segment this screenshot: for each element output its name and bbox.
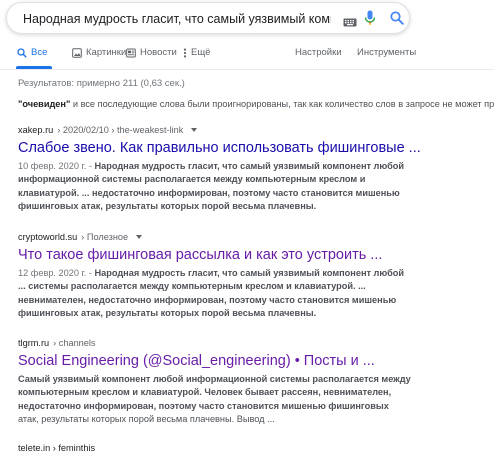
keyboard-icon[interactable]: [343, 14, 357, 32]
search-icon: [17, 47, 27, 58]
search-tabs: Все Картинки Новости Ещё Настройки Инстр…: [0, 41, 494, 70]
snippet-line: невнимателен, недостаточно информирован,…: [18, 294, 397, 305]
tab-images[interactable]: Картинки: [72, 47, 126, 58]
search-result: cryptoworld.su › Полезное Что такое фиши…: [18, 232, 478, 321]
snippet-line: клавиатурой. ... недостаточно информиров…: [18, 187, 400, 198]
snippet-line: Самый уязвимый компонент любой информаци…: [18, 374, 411, 384]
tab-all[interactable]: Все: [17, 47, 47, 58]
more-vert-icon: [183, 48, 187, 57]
result-stats: Результатов: примерно 211 (0,63 сек.): [18, 78, 185, 89]
result-domain: tlgrm.ru: [18, 338, 50, 348]
tab-more[interactable]: Ещё: [183, 47, 210, 58]
tab-label: Картинки: [86, 47, 127, 58]
search-input[interactable]: Народная мудрость гласит, что самый уязв…: [23, 11, 331, 27]
result-snippet: 10 февр. 2020 г. - Народная мудрость гла…: [18, 160, 478, 214]
tab-tools[interactable]: Инструменты: [357, 47, 416, 58]
chevron-down-icon[interactable]: [191, 128, 198, 132]
search-result: tlgrm.ru › channels Social Engineering (…: [18, 338, 478, 427]
result-path: › channels: [53, 338, 96, 348]
result-title-link[interactable]: Что такое фишинговая рассылка и как это …: [18, 246, 478, 264]
ignored-words-notice: "очевиден" и все последующие слова были …: [18, 99, 494, 109]
tab-label: Новости: [140, 47, 177, 58]
result-url[interactable]: tlgrm.ru › channels: [18, 338, 478, 348]
snippet-line: недостаточно информирован, поэтому часто…: [18, 400, 389, 411]
result-url[interactable]: telete.in › feminthis: [18, 443, 95, 453]
result-snippet: Самый уязвимый компонент любой информаци…: [18, 373, 478, 427]
snippet-line: информационной системы располагается меж…: [18, 174, 366, 185]
result-title-link[interactable]: Слабое звено. Как правильно использовать…: [18, 139, 478, 157]
tab-label: Настройки: [295, 47, 342, 58]
chevron-down-icon[interactable]: [136, 235, 143, 239]
result-snippet: 12 февр. 2020 г. - Народная мудрость гла…: [18, 267, 478, 321]
result-path: › Полезное: [81, 232, 129, 242]
ignored-word: "очевиден": [18, 99, 71, 109]
result-date: 10 февр. 2020 г. -: [18, 161, 95, 171]
snippet-line: компьютерным креслом и клавиатурой. Чело…: [18, 387, 392, 398]
result-path: › 2020/02/10 › the-weakest-link: [57, 125, 184, 135]
news-icon: [126, 48, 136, 57]
tab-label: Все: [31, 47, 48, 58]
snippet-line: ... системы располагается между компьюте…: [18, 281, 366, 292]
result-title-link[interactable]: Social Engineering (@Social_engineering)…: [18, 352, 478, 370]
result-url[interactable]: cryptoworld.su › Полезное: [18, 232, 478, 242]
notice-text: и все последующие слова были проигнориро…: [70, 99, 494, 109]
search-result: xakep.ru › 2020/02/10 › the-weakest-link…: [18, 125, 478, 214]
microphone-icon[interactable]: [364, 10, 376, 32]
tab-settings[interactable]: Настройки: [295, 47, 342, 58]
search-bar[interactable]: Народная мудрость гласит, что самый уязв…: [6, 2, 410, 34]
search-icon[interactable]: [390, 11, 404, 30]
tab-label: Ещё: [191, 47, 211, 58]
snippet-line: фишинговых атак, результаты которых поро…: [18, 308, 317, 319]
result-domain: cryptoworld.su: [18, 232, 78, 242]
result-date: 12 февр. 2020 г. -: [18, 268, 95, 278]
snippet-line: Народная мудрость гласит, что самый уязв…: [94, 161, 405, 171]
snippet-line: атак, результаты которых порой весьма пл…: [18, 414, 275, 425]
tab-news[interactable]: Новости: [126, 47, 177, 58]
snippet-line: Народная мудрость гласит, что самый уязв…: [94, 268, 405, 278]
result-domain: xakep.ru: [18, 125, 54, 135]
image-icon: [72, 47, 82, 58]
result-url[interactable]: xakep.ru › 2020/02/10 › the-weakest-link: [18, 125, 478, 135]
tab-label: Инструменты: [357, 47, 417, 58]
active-tab-indicator: [16, 66, 52, 69]
snippet-line: фишинговых атак, результаты которых поро…: [18, 201, 317, 212]
